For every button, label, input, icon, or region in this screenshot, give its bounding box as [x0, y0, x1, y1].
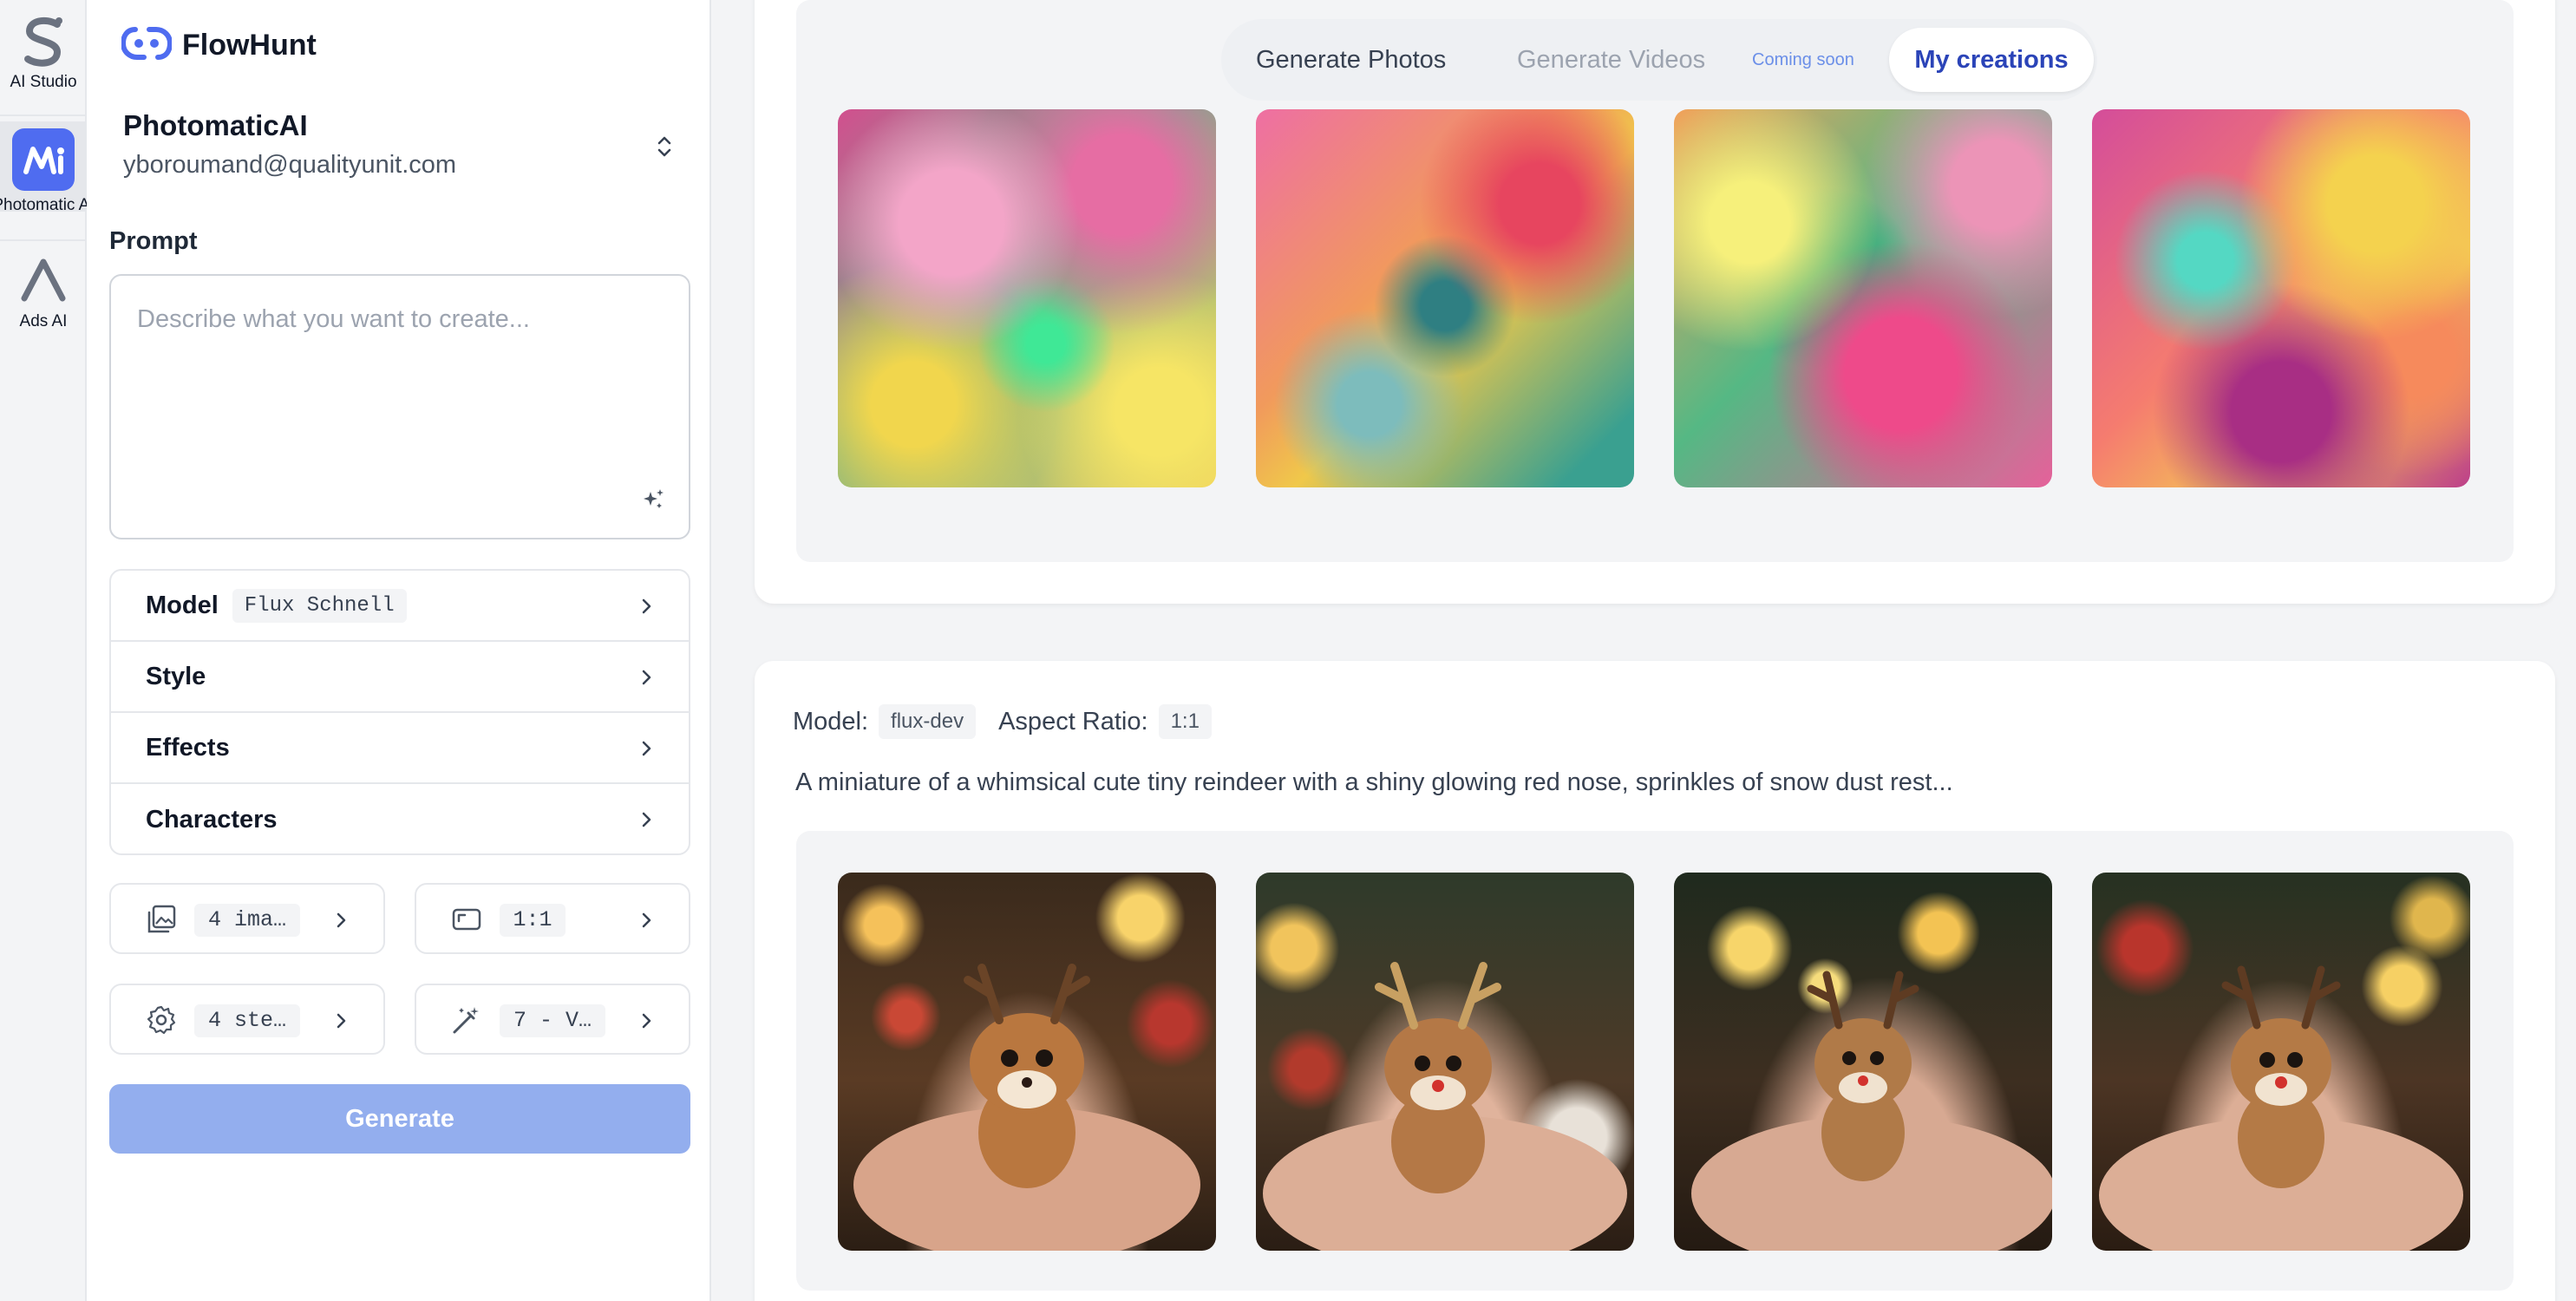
generation-options: Model Flux Schnell Style Effects Charact… — [109, 569, 690, 855]
photomatic-logo-icon — [12, 128, 75, 191]
image-grid — [796, 831, 2514, 1291]
magic-wand-icon — [451, 1004, 482, 1040]
generated-image[interactable] — [1256, 109, 1634, 487]
aspect-ratio-label: Aspect Ratio: — [998, 707, 1148, 735]
option-effects-label: Effects — [146, 733, 230, 762]
rail-label-ads-ai: Ads AI — [19, 312, 68, 330]
generated-image[interactable] — [1674, 109, 2052, 487]
variant-value: 7 - V… — [500, 1004, 605, 1037]
prompt-box — [109, 274, 690, 539]
generated-image[interactable] — [2092, 109, 2470, 487]
option-model[interactable]: Model Flux Schnell — [111, 571, 689, 642]
rail-label-ai-studio: AI Studio — [10, 73, 77, 91]
generated-image[interactable] — [838, 109, 1216, 487]
account-email: yboroumand@qualityunit.com — [123, 151, 457, 179]
account-name: PhotomaticAI — [123, 109, 308, 141]
mode-tabs: Generate Photos Generate Videos Coming s… — [1221, 19, 2097, 101]
settings-panel: FlowHunt PhotomaticAI yboroumand@quality… — [87, 0, 711, 1301]
steps-select[interactable]: 4 ste… — [109, 984, 385, 1055]
prompt-input[interactable] — [137, 305, 657, 479]
option-model-label: Model — [146, 591, 219, 619]
coming-soon-badge: Coming soon — [1752, 50, 1854, 69]
creation-meta: Model: flux-dev Aspect Ratio: 1:1 — [793, 704, 1212, 739]
account-switcher[interactable]: PhotomaticAI yboroumand@qualityunit.com — [123, 109, 678, 180]
app-rail: AI Studio Photomatic AI Ads AI — [0, 0, 95, 1301]
gear-icon — [146, 1004, 177, 1040]
variant-select[interactable]: 7 - V… — [415, 984, 690, 1055]
chevron-right-icon — [640, 737, 654, 764]
creation-card — [755, 661, 2555, 1301]
option-model-value: Flux Schnell — [232, 588, 407, 623]
creation-prompt: A miniature of a whimsical cute tiny rei… — [795, 768, 1953, 796]
tab-generate-videos[interactable]: Generate Videos — [1517, 28, 1705, 92]
option-style[interactable]: Style — [111, 642, 689, 713]
chevron-right-icon — [335, 909, 349, 936]
ads-ai-logo-icon — [12, 252, 75, 307]
chevron-right-icon — [640, 808, 654, 835]
rail-item-ai-studio[interactable]: AI Studio — [0, 12, 87, 92]
aspect-ratio-select[interactable]: 1:1 — [415, 883, 690, 954]
chevron-right-icon — [640, 909, 654, 936]
option-characters[interactable]: Characters — [111, 784, 689, 853]
brand[interactable]: FlowHunt — [120, 24, 317, 67]
chevron-up-down-icon — [656, 134, 673, 164]
option-characters-label: Characters — [146, 805, 278, 834]
rail-label-photomatic-ai: Photomatic AI — [0, 196, 95, 214]
rail-item-photomatic-ai[interactable]: Photomatic AI — [0, 121, 95, 214]
enhance-prompt-sparkle-icon[interactable] — [640, 487, 666, 517]
chevron-right-icon — [335, 1010, 349, 1036]
chevron-right-icon — [640, 1010, 654, 1036]
chevron-right-icon — [640, 595, 654, 622]
image-stack-icon — [146, 904, 177, 939]
ai-studio-logo-icon — [12, 12, 75, 73]
generated-image[interactable] — [1256, 873, 1634, 1251]
number-of-images-select[interactable]: 4 ima… — [109, 883, 385, 954]
aspect-ratio-value: 1:1 — [500, 904, 566, 937]
model-label: Model: — [793, 707, 869, 735]
tab-generate-photos[interactable]: Generate Photos — [1256, 28, 1446, 92]
model-chip: flux-dev — [879, 704, 977, 739]
option-style-label: Style — [146, 662, 206, 690]
generated-image[interactable] — [2092, 873, 2470, 1251]
prompt-label: Prompt — [109, 227, 198, 255]
aspect-ratio-icon — [451, 904, 482, 939]
tab-my-creations[interactable]: My creations — [1889, 28, 2094, 92]
generate-button[interactable]: Generate — [109, 1084, 690, 1154]
number-of-images-value: 4 ima… — [194, 904, 300, 937]
aspect-ratio-chip: 1:1 — [1158, 704, 1212, 739]
option-effects[interactable]: Effects — [111, 713, 689, 784]
steps-value: 4 ste… — [194, 1004, 300, 1037]
brand-name: FlowHunt — [182, 29, 317, 62]
generated-image[interactable] — [1674, 873, 2052, 1251]
flowhunt-logo-icon — [120, 24, 173, 67]
rail-item-ads-ai[interactable]: Ads AI — [0, 252, 87, 331]
main-content: Generate Photos Generate Videos Coming s… — [713, 0, 2576, 1301]
chevron-right-icon — [640, 666, 654, 693]
generated-image[interactable] — [838, 873, 1216, 1251]
